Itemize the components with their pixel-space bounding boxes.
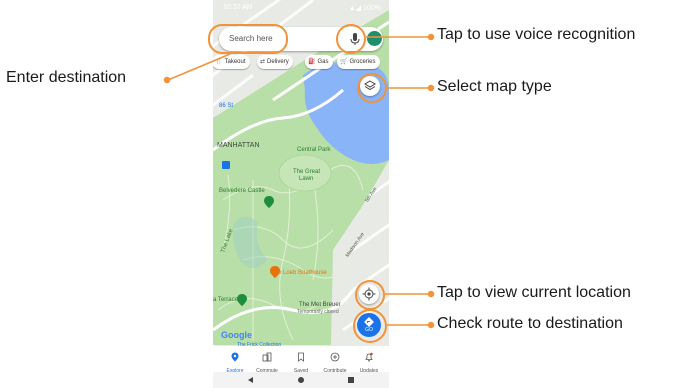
restaurant-icon: 🍴 bbox=[215, 59, 223, 65]
callout-destination: Enter destination bbox=[6, 69, 127, 86]
map-label-met-breuer: The Met Breuer bbox=[299, 302, 341, 308]
add-circle-icon bbox=[330, 352, 340, 362]
delivery-icon: ⇄ bbox=[260, 59, 266, 65]
chip-groceries[interactable]: 🛒 Groceries bbox=[337, 55, 380, 69]
destination-highlight bbox=[208, 24, 288, 54]
recents-icon[interactable] bbox=[347, 376, 355, 384]
poi-pin-icon[interactable] bbox=[221, 160, 231, 170]
map-label-belvedere: Belvedere Castle bbox=[219, 188, 265, 194]
nav-saved[interactable]: Saved bbox=[284, 349, 318, 374]
boathouse-pin-icon[interactable] bbox=[270, 266, 280, 278]
bottom-nav: Explore Commute Saved Contribute Updates bbox=[213, 346, 389, 374]
map-label-86-st: 86 St bbox=[219, 103, 234, 109]
chip-gas[interactable]: ⛽ Gas bbox=[305, 55, 333, 69]
nav-explore[interactable]: Explore bbox=[218, 349, 252, 374]
map-label-terrace: a Terrace bbox=[213, 297, 238, 303]
nav-updates[interactable]: Updates bbox=[352, 349, 386, 374]
explore-pin-icon bbox=[231, 352, 239, 362]
map-label-great-lawn-2: Lawn bbox=[299, 176, 314, 182]
home-icon[interactable] bbox=[297, 376, 305, 384]
grocery-icon: 🛒 bbox=[340, 59, 348, 65]
callout-voice: Tap to use voice recognition bbox=[437, 26, 636, 43]
chip-delivery[interactable]: ⇄ Delivery bbox=[257, 55, 293, 69]
map-type-highlight bbox=[357, 73, 387, 103]
google-logo: Google bbox=[221, 330, 252, 340]
status-battery: ▲◢ 100% bbox=[348, 5, 381, 12]
callout-route: Check route to destination bbox=[437, 315, 623, 332]
terrace-pin-icon[interactable] bbox=[237, 294, 247, 306]
nav-contribute[interactable]: Contribute bbox=[318, 349, 352, 374]
chip-label: Groceries bbox=[349, 59, 376, 65]
gas-icon: ⛽ bbox=[308, 59, 316, 65]
nav-commute[interactable]: Commute bbox=[250, 349, 284, 374]
map-label-manhattan: MANHATTAN bbox=[217, 142, 260, 149]
chip-takeout[interactable]: 🍴 Takeout bbox=[213, 55, 250, 69]
back-icon[interactable] bbox=[247, 376, 255, 384]
map-label-met-breuer-status: Temporarily closed bbox=[297, 309, 339, 315]
system-nav-bar bbox=[213, 372, 389, 388]
battery-percent: 100% bbox=[363, 5, 381, 12]
commute-icon bbox=[262, 352, 272, 362]
callout-map-type: Select map type bbox=[437, 78, 552, 95]
voice-highlight bbox=[336, 24, 366, 54]
location-highlight bbox=[355, 280, 385, 310]
bookmark-icon bbox=[298, 352, 304, 362]
bell-icon bbox=[365, 352, 373, 362]
castle-pin-icon[interactable] bbox=[264, 196, 274, 208]
account-avatar[interactable] bbox=[367, 31, 382, 46]
status-bar: 10:37 AM ▲◢ 100% bbox=[213, 0, 389, 16]
category-chips: 🍴 Takeout ⇄ Delivery ⛽ Gas 🛒 Groceries bbox=[213, 55, 389, 71]
route-highlight bbox=[353, 309, 387, 343]
chip-label: Delivery bbox=[267, 59, 289, 65]
map-label-great-lawn-1: The Great bbox=[293, 169, 321, 175]
status-time: 10:37 AM bbox=[223, 4, 253, 11]
chip-label: Gas bbox=[317, 59, 329, 65]
map-label-central-park: Central Park bbox=[297, 147, 331, 153]
chip-label: Takeout bbox=[224, 59, 246, 65]
callout-current-location: Tap to view current location bbox=[437, 284, 631, 301]
